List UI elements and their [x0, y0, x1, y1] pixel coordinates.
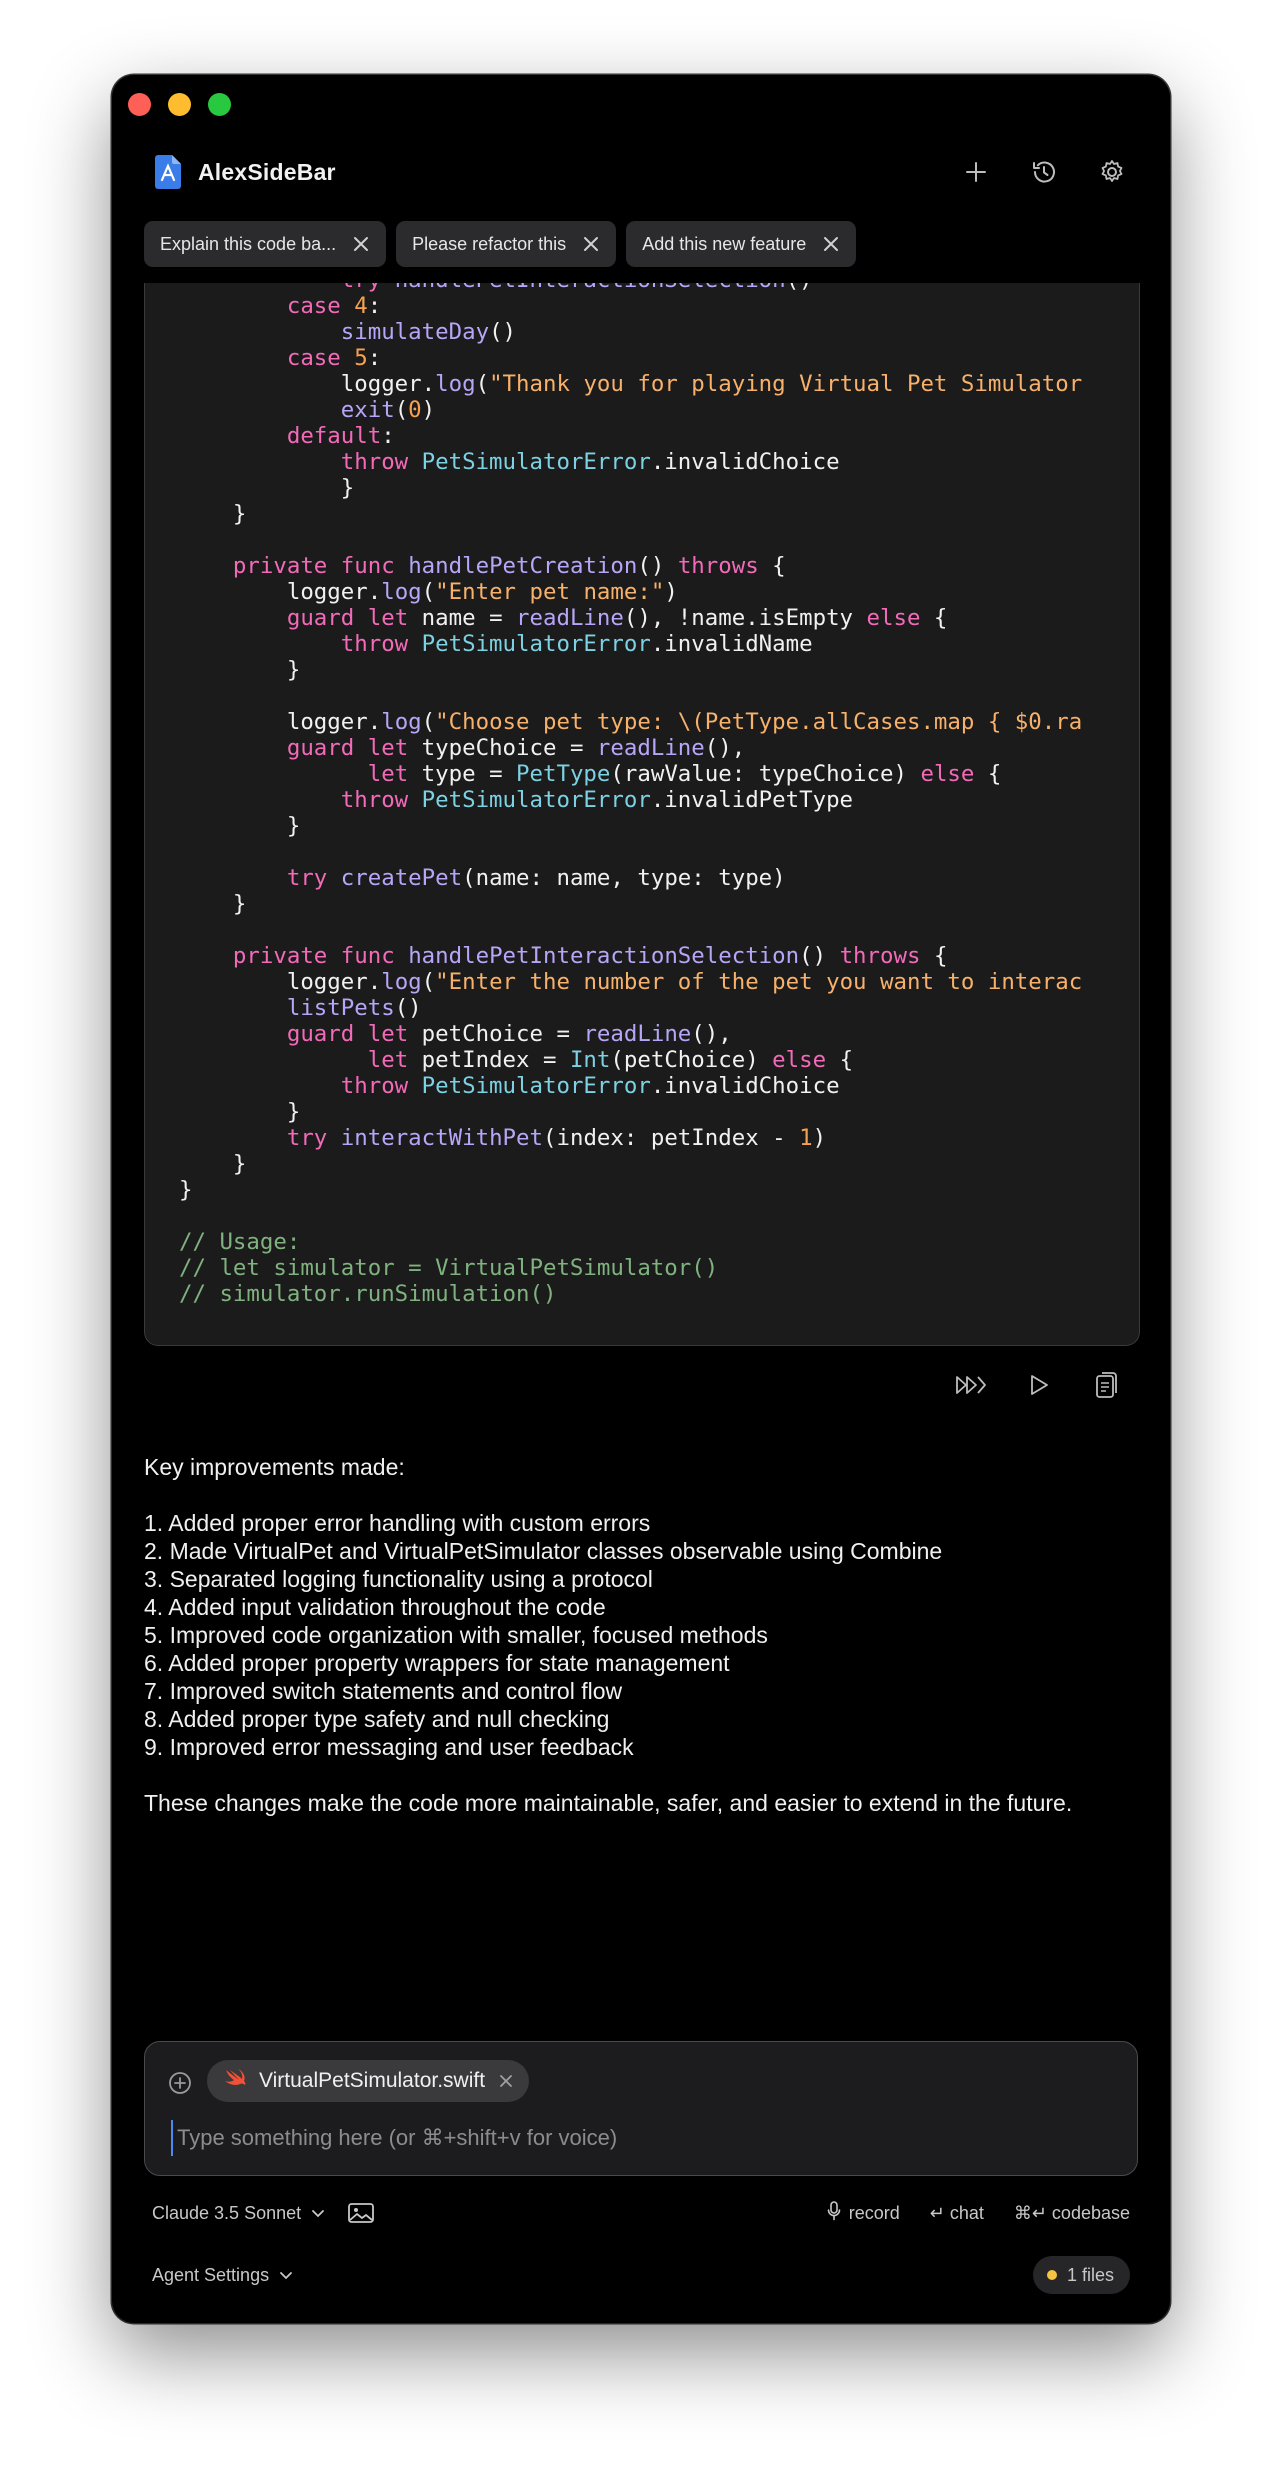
add-context-icon[interactable]	[167, 2070, 193, 2096]
window-controls	[128, 93, 231, 116]
list-item: 4. Added input validation throughout the…	[144, 1594, 606, 1620]
close-icon[interactable]	[580, 233, 602, 255]
chevron-down-icon	[279, 2265, 293, 2286]
composer-toolbar: Claude 3.5 Sonnet record ↵ chat ⌘↵ codeb…	[152, 2193, 1130, 2233]
list-item: 8. Added proper type safety and null che…	[144, 1706, 610, 1732]
list-item: 1. Added proper error handling with cust…	[144, 1510, 651, 1536]
attached-file-chip[interactable]: VirtualPetSimulator.swift	[207, 2060, 530, 2102]
plus-icon[interactable]	[958, 154, 994, 190]
apply-all-icon[interactable]	[954, 1368, 988, 1402]
app-title: AlexSideBar	[198, 158, 336, 185]
list-item: 2. Made VirtualPet and VirtualPetSimulat…	[144, 1538, 943, 1564]
list-item: 7. Improved switch statements and contro…	[144, 1678, 623, 1704]
code-block[interactable]: try handlePetInteractionSelection() case…	[144, 283, 1140, 1346]
files-badge[interactable]: 1 files	[1032, 2256, 1130, 2294]
codebase-label: ⌘↵ codebase	[1013, 2202, 1130, 2223]
agent-settings-label: Agent Settings	[152, 2264, 270, 2285]
tab-label: Please refactor this	[412, 233, 567, 254]
image-icon[interactable]	[347, 2200, 377, 2226]
zoom-window-button[interactable]	[208, 93, 231, 116]
close-icon[interactable]	[350, 233, 372, 255]
record-label: record	[848, 2202, 900, 2223]
list-item: 3. Separated logging functionality using…	[144, 1566, 653, 1592]
list-item: 6. Added proper property wrappers for st…	[144, 1650, 730, 1676]
minimize-window-button[interactable]	[168, 93, 191, 116]
conversation-tabs: Explain this code ba... Please refactor …	[144, 221, 1138, 267]
app-window: AlexSideBar Explain this code ba... Plea…	[112, 75, 1170, 2323]
close-icon[interactable]	[497, 2072, 515, 2090]
close-icon[interactable]	[820, 233, 842, 255]
record-button[interactable]: record	[827, 2200, 900, 2226]
tab-explain[interactable]: Explain this code ba...	[144, 221, 387, 267]
status-dot-icon	[1046, 2270, 1057, 2280]
code-actions	[954, 1368, 1124, 1402]
agent-bar: Agent Settings 1 files	[152, 2255, 1130, 2295]
tab-label: Add this new feature	[642, 233, 807, 254]
chat-label: ↵ chat	[929, 2202, 984, 2223]
close-window-button[interactable]	[128, 93, 151, 116]
swift-icon	[223, 2067, 247, 2095]
improvements-list: 1. Added proper error handling with cust…	[144, 1509, 1084, 1761]
chat-button[interactable]: ↵ chat	[930, 2203, 984, 2224]
microphone-icon	[827, 2200, 841, 2226]
gear-icon[interactable]	[1094, 154, 1130, 190]
response-conclusion: These changes make the code more maintai…	[144, 1790, 1073, 1816]
code-content[interactable]: try handlePetInteractionSelection() case…	[179, 283, 1082, 1307]
app-header: AlexSideBar	[152, 147, 1130, 197]
copy-icon[interactable]	[1090, 1368, 1124, 1402]
agent-settings-dropdown[interactable]: Agent Settings	[152, 2265, 293, 2286]
history-icon[interactable]	[1026, 154, 1062, 190]
tab-refactor[interactable]: Please refactor this	[396, 221, 617, 267]
attached-file-name: VirtualPetSimulator.swift	[259, 2069, 486, 2092]
model-selector[interactable]: Claude 3.5 Sonnet	[152, 2203, 325, 2224]
codebase-button[interactable]: ⌘↵ codebase	[1014, 2203, 1130, 2224]
assistant-response: Key improvements made: 1. Added proper e…	[144, 1453, 1084, 1817]
run-icon[interactable]	[1022, 1368, 1056, 1402]
tab-label: Explain this code ba...	[160, 233, 337, 254]
model-name: Claude 3.5 Sonnet	[152, 2202, 302, 2223]
files-count: 1 files	[1066, 2264, 1114, 2285]
chevron-down-icon	[311, 2203, 325, 2224]
app-logo-icon	[152, 154, 184, 190]
response-intro: Key improvements made:	[144, 1454, 405, 1480]
list-item: 5. Improved code organization with small…	[144, 1622, 768, 1648]
tab-add-feature[interactable]: Add this new feature	[626, 221, 857, 267]
list-item: 9. Improved error messaging and user fee…	[144, 1734, 634, 1760]
message-input[interactable]	[171, 2120, 1109, 2156]
chat-input-box: VirtualPetSimulator.swift	[144, 2041, 1138, 2176]
